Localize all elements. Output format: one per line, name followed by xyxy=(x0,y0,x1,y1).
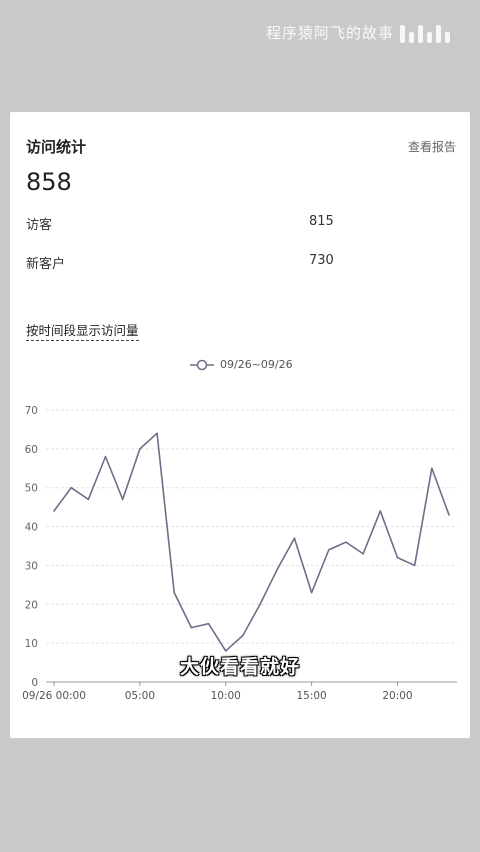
video-subtitle: 大伙看看就好 xyxy=(179,656,300,678)
data-point xyxy=(345,541,347,543)
visit-stats-card: 访问统计 查看报告 858 访客 815 新客户 730 按时间段显示访问量 0… xyxy=(10,112,470,738)
watermark-text: 程序猿阿飞的故事 xyxy=(265,23,394,42)
data-point xyxy=(207,622,210,625)
data-point xyxy=(121,498,124,501)
bilibili-logo-icon xyxy=(400,21,466,43)
data-point xyxy=(293,537,296,540)
x-tick-label: 05:00 xyxy=(125,690,155,702)
data-point xyxy=(379,510,382,512)
series-line xyxy=(53,432,450,652)
data-point xyxy=(259,603,261,606)
data-point xyxy=(242,634,244,637)
data-point xyxy=(70,486,72,489)
data-point xyxy=(327,549,330,551)
visits-line-chart: 01020304050607009/26 00:00 05:00 10:00 15:0… xyxy=(22,405,457,702)
data-point xyxy=(156,432,158,435)
x-tick-label: 20:00 xyxy=(382,690,412,702)
data-point xyxy=(431,467,433,470)
x-tick-label: 15:00 xyxy=(296,690,326,702)
y-tick-label: 30 xyxy=(25,560,38,572)
data-point xyxy=(87,498,90,501)
x-tick-label: 10:00 xyxy=(211,690,241,702)
watermark: 程序猿阿飞的故事 xyxy=(266,20,466,44)
data-point xyxy=(104,455,107,458)
data-point xyxy=(190,626,193,629)
x-tick-label: 09/26 00:00 xyxy=(22,690,86,702)
data-point xyxy=(276,568,279,571)
y-tick-label: 70 xyxy=(25,405,38,417)
data-point xyxy=(173,591,176,594)
y-tick-label: 60 xyxy=(25,444,38,456)
data-point xyxy=(448,514,450,516)
data-point xyxy=(362,552,364,555)
data-point xyxy=(310,591,313,594)
data-point xyxy=(139,448,141,450)
y-tick-label: 10 xyxy=(25,638,38,650)
data-point xyxy=(396,556,399,559)
data-point xyxy=(53,510,55,512)
y-tick-label: 20 xyxy=(25,599,38,611)
y-tick-label: 50 xyxy=(25,483,38,495)
y-tick-label: 40 xyxy=(25,522,38,534)
data-point xyxy=(413,564,416,567)
